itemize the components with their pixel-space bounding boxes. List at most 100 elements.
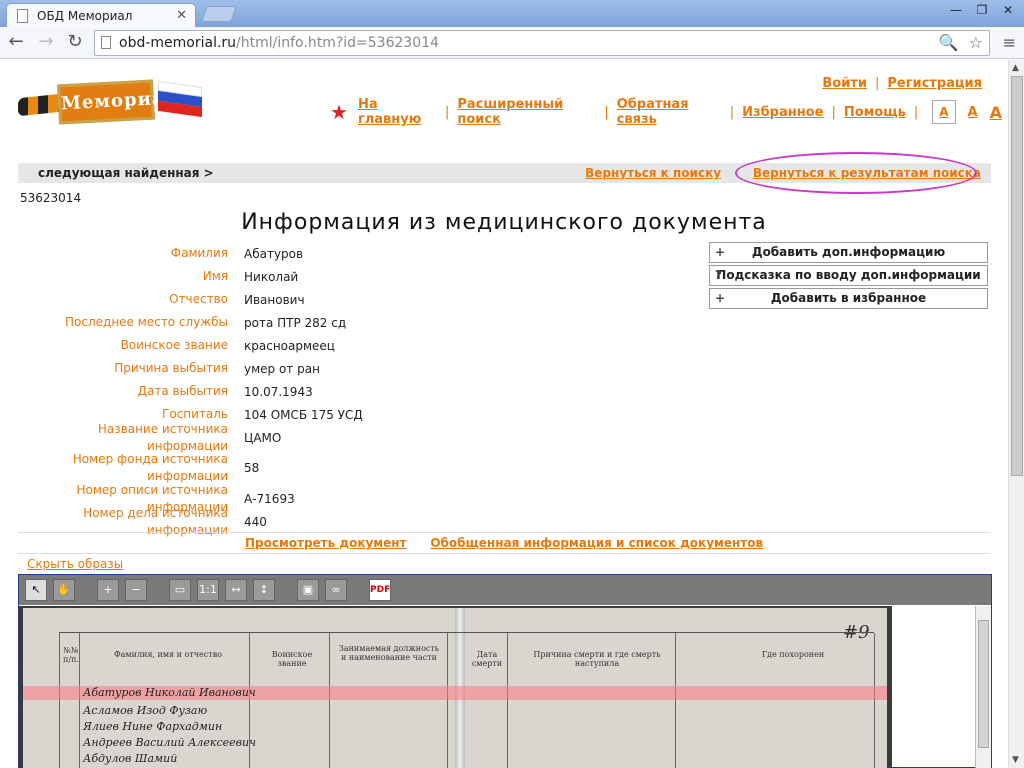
- handwritten-entry: Андреев Василий Алексеевич: [83, 736, 256, 749]
- reload-button[interactable]: ↻: [63, 31, 87, 52]
- logo-text: Мемориал: [57, 79, 179, 125]
- back-to-results-wrap: Вернуться к результатам поиска: [734, 152, 981, 194]
- add-favorite-button[interactable]: + Добавить в избранное: [709, 288, 988, 309]
- next-found-link[interactable]: следующая найденная >: [38, 166, 214, 180]
- field-row: Имя Николай: [18, 265, 518, 288]
- register-link[interactable]: Регистрация: [887, 76, 982, 91]
- address-bar[interactable]: obd-memorial.ru/html/info.htm?id=5362301…: [94, 30, 990, 56]
- col-header: Воинское звание: [271, 650, 313, 668]
- font-size-large[interactable]: A: [990, 103, 1002, 122]
- col-header: Фамилия, имя и отчество: [113, 650, 223, 659]
- url-host: obd-memorial.ru: [119, 35, 237, 51]
- handwritten-entry: Абатуров Николай Иванович: [83, 686, 256, 699]
- field-row: Воинское звание красноармеец: [18, 334, 518, 357]
- field-value: 440: [244, 514, 267, 529]
- fit-width-icon[interactable]: ↔: [225, 579, 247, 601]
- url-path: /html/info.htm?id=53623014: [236, 35, 440, 51]
- side-actions: + Добавить доп.информацию ? Подсказка по в…: [709, 242, 988, 311]
- page-scroll-thumb[interactable]: [1011, 76, 1023, 476]
- document-viewer: ↖ ✋ + − ▭ 1:1 ↔ ↕ ▣ ∞ PDF #9 №№ п/п. Фам…: [18, 574, 992, 768]
- viewer-scroll-thumb[interactable]: [978, 620, 989, 748]
- field-value: А-71693: [244, 491, 295, 506]
- address-bar-actions: 🔍 ☆: [939, 33, 983, 52]
- back-button[interactable]: ←: [4, 31, 28, 52]
- view-document-link[interactable]: Просмотреть документ: [245, 536, 407, 550]
- field-row: Название источника информации ЦАМО: [18, 422, 518, 453]
- new-tab-button[interactable]: [201, 6, 237, 22]
- font-size-small[interactable]: A: [932, 100, 956, 124]
- col-header: Дата смерти: [471, 650, 503, 668]
- field-value: 104 ОМСБ 175 УСД: [244, 407, 363, 422]
- red-star-icon: ★: [330, 100, 348, 124]
- page-content: Мемориал Войти | Регистрация ★ На главную |…: [0, 60, 1008, 768]
- divider: [18, 532, 991, 533]
- fit-page-icon[interactable]: ▭: [169, 579, 191, 601]
- field-row: Дата выбытия 10.07.1943: [18, 380, 518, 403]
- memorial-logo[interactable]: Мемориал: [18, 74, 208, 130]
- add-info-button[interactable]: + Добавить доп.информацию: [709, 242, 988, 263]
- field-label: Отчество: [169, 292, 228, 306]
- summary-info-link[interactable]: Обобщенная информация и список документо…: [430, 536, 763, 550]
- back-to-search-link[interactable]: Вернуться к поиску: [585, 166, 721, 180]
- button-label: Добавить в избранное: [770, 291, 927, 305]
- hide-images-link[interactable]: Скрыть образы: [27, 557, 123, 571]
- maximize-button[interactable]: ❐: [970, 1, 994, 19]
- fit-height-icon[interactable]: ↕: [253, 579, 275, 601]
- minimize-button[interactable]: —: [944, 1, 968, 19]
- save-icon[interactable]: ▣: [297, 579, 319, 601]
- button-label: Подсказка по вводу доп.информации: [716, 268, 981, 282]
- document-page: #9 №№ п/п. Фамилия, имя и отчество Воинс…: [23, 608, 887, 768]
- pdf-icon[interactable]: PDF: [369, 579, 391, 601]
- russian-flag-icon: [158, 80, 202, 118]
- browser-titlebar: ОБД Мемориал ✕ — ❐ ✕: [0, 0, 1024, 27]
- field-row: Фамилия Абатуров: [18, 242, 518, 265]
- handwritten-entry: Ялиев Нине Фархадмин: [83, 720, 223, 733]
- zoom-in-icon[interactable]: +: [97, 579, 119, 601]
- field-value: Николай: [244, 269, 299, 284]
- result-navbar: следующая найденная > Вернуться к поиску…: [18, 152, 991, 194]
- viewer-toolbar: ↖ ✋ + − ▭ 1:1 ↔ ↕ ▣ ∞ PDF: [19, 575, 991, 605]
- field-label: Дата выбытия: [137, 384, 228, 398]
- hand-icon[interactable]: ✋: [53, 579, 75, 601]
- plus-icon: +: [715, 291, 726, 305]
- actual-size-icon[interactable]: 1:1: [197, 579, 219, 601]
- page-scrollbar[interactable]: ▲ ▼: [1008, 60, 1024, 768]
- window-controls: — ❐ ✕: [944, 1, 1020, 19]
- field-label: Имя: [202, 269, 228, 283]
- zoom-icon[interactable]: 🔍: [939, 33, 959, 52]
- nav-favorites[interactable]: Избранное: [742, 105, 823, 120]
- input-hint-button[interactable]: ? Подсказка по вводу доп.информации: [709, 265, 988, 286]
- field-row: Отчество Иванович: [18, 288, 518, 311]
- nav-help[interactable]: Помощь: [844, 105, 906, 120]
- pointer-icon[interactable]: ↖: [25, 579, 47, 601]
- scroll-down-icon[interactable]: ▼: [1012, 755, 1019, 765]
- viewer-scrollbar[interactable]: [975, 606, 991, 768]
- col-header: Занимаемая должность и наименование част…: [338, 644, 440, 662]
- browser-tab[interactable]: ОБД Мемориал ✕: [6, 3, 196, 27]
- nav-home[interactable]: На главную: [358, 97, 437, 127]
- record-id: 53623014: [20, 191, 82, 205]
- field-label: Причина выбытия: [114, 361, 228, 375]
- field-label: Название источника информации: [97, 421, 228, 453]
- field-row: Номер дела источника информации 440: [18, 506, 518, 537]
- tab-close-icon[interactable]: ✕: [176, 8, 187, 23]
- scroll-up-icon[interactable]: ▲: [1012, 63, 1019, 73]
- forward-button[interactable]: →: [34, 31, 58, 52]
- handwritten-entry: Абдулов Шамий: [83, 752, 178, 765]
- zoom-out-icon[interactable]: −: [125, 579, 147, 601]
- main-nav: ★ На главную | Расширенный поиск | Обратна…: [330, 97, 1002, 127]
- login-link[interactable]: Войти: [822, 76, 867, 91]
- field-value: 58: [244, 461, 260, 475]
- nav-advanced-search[interactable]: Расширенный поиск: [457, 97, 596, 127]
- scanned-document-image[interactable]: #9 №№ п/п. Фамилия, имя и отчество Воинс…: [19, 606, 892, 768]
- col-header: Где похоронен: [761, 650, 825, 659]
- bookmark-star-icon[interactable]: ☆: [969, 33, 983, 52]
- handwritten-entry: Асламов Изод Фузаю: [83, 704, 208, 717]
- font-size-medium[interactable]: A: [968, 105, 978, 120]
- nav-feedback[interactable]: Обратная связь: [617, 97, 722, 127]
- link-icon[interactable]: ∞: [325, 579, 347, 601]
- browser-toolbar: ← → ↻ obd-memorial.ru/html/info.htm?id=5…: [0, 27, 1024, 59]
- browser-menu-icon[interactable]: ≡: [1003, 33, 1016, 52]
- field-label: Последнее место службы: [65, 315, 228, 329]
- close-window-button[interactable]: ✕: [996, 1, 1020, 19]
